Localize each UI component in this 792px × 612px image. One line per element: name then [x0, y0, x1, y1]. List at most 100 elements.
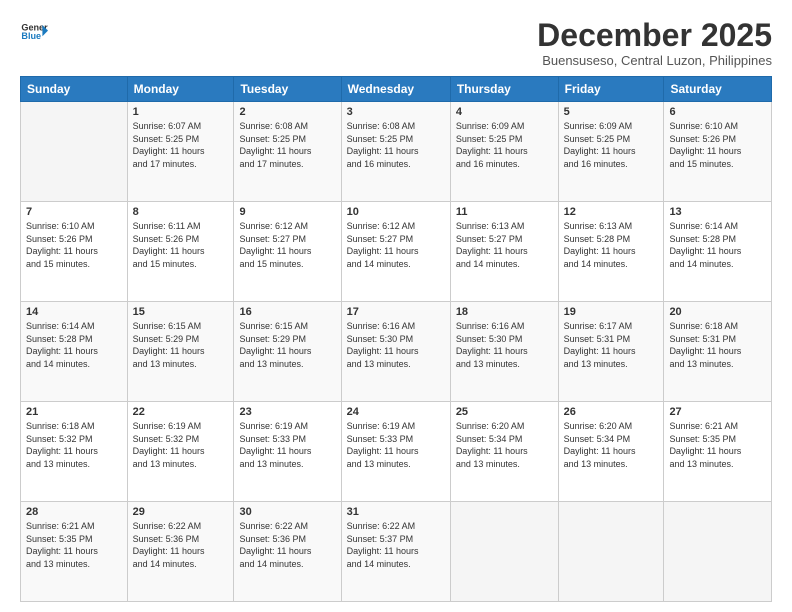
day-cell: 25 Sunrise: 6:20 AMSunset: 5:34 PMDayligh… — [450, 402, 558, 502]
day-number: 27 — [669, 406, 766, 418]
day-cell: 12 Sunrise: 6:13 AMSunset: 5:28 PMDayligh… — [558, 202, 664, 302]
day-cell: 14 Sunrise: 6:14 AMSunset: 5:28 PMDayligh… — [21, 302, 128, 402]
day-cell: 30 Sunrise: 6:22 AMSunset: 5:36 PMDayligh… — [234, 502, 341, 602]
day-cell: 7Sunrise: 6:10 AMSunset: 5:26 PMDaylight… — [21, 202, 128, 302]
day-cell: 23 Sunrise: 6:19 AMSunset: 5:33 PMDayligh… — [234, 402, 341, 502]
day-info: Sunrise: 6:19 AMSunset: 5:33 PMDaylight:… — [239, 420, 335, 470]
day-cell: 31Sunrise: 6:22 AMSunset: 5:37 PMDayligh… — [341, 502, 450, 602]
weekday-header-row: SundayMondayTuesdayWednesdayThursdayFrid… — [21, 77, 772, 102]
day-cell: 11 Sunrise: 6:13 AMSunset: 5:27 PMDayligh… — [450, 202, 558, 302]
header: General Blue December 2025 Buensuseso, C… — [20, 18, 772, 68]
day-info: Sunrise: 6:22 AMSunset: 5:36 PMDaylight:… — [239, 520, 335, 570]
day-cell — [558, 502, 664, 602]
title-block: December 2025 Buensuseso, Central Luzon,… — [537, 18, 772, 68]
day-number: 13 — [669, 206, 766, 218]
day-cell: 5 Sunrise: 6:09 AMSunset: 5:25 PMDaylight… — [558, 102, 664, 202]
day-info: Sunrise: 6:22 AMSunset: 5:36 PMDaylight:… — [133, 520, 229, 570]
day-cell — [21, 102, 128, 202]
weekday-tuesday: Tuesday — [234, 77, 341, 102]
day-cell — [450, 502, 558, 602]
day-cell: 21 Sunrise: 6:18 AMSunset: 5:32 PMDayligh… — [21, 402, 128, 502]
day-info: Sunrise: 6:22 AMSunset: 5:37 PMDaylight:… — [347, 520, 445, 570]
day-info: Sunrise: 6:21 AMSunset: 5:35 PMDaylight:… — [669, 420, 766, 470]
weekday-wednesday: Wednesday — [341, 77, 450, 102]
day-cell: 20 Sunrise: 6:18 AMSunset: 5:31 PMDayligh… — [664, 302, 772, 402]
day-cell: 6 Sunrise: 6:10 AMSunset: 5:26 PMDaylight… — [664, 102, 772, 202]
day-info: Sunrise: 6:07 AMSunset: 5:25 PMDaylight:… — [133, 120, 229, 170]
weekday-sunday: Sunday — [21, 77, 128, 102]
day-number: 16 — [239, 306, 335, 318]
day-info: Sunrise: 6:15 AMSunset: 5:29 PMDaylight:… — [239, 320, 335, 370]
day-info: Sunrise: 6:21 AMSunset: 5:35 PMDaylight:… — [26, 520, 122, 570]
calendar-body: 1 Sunrise: 6:07 AMSunset: 5:25 PMDaylight… — [21, 102, 772, 602]
day-info: Sunrise: 6:17 AMSunset: 5:31 PMDaylight:… — [564, 320, 659, 370]
day-number: 2 — [239, 106, 335, 118]
day-number: 21 — [26, 406, 122, 418]
day-info: Sunrise: 6:08 AMSunset: 5:25 PMDaylight:… — [239, 120, 335, 170]
day-cell — [664, 502, 772, 602]
day-number: 23 — [239, 406, 335, 418]
day-number: 20 — [669, 306, 766, 318]
week-row-1: 1 Sunrise: 6:07 AMSunset: 5:25 PMDaylight… — [21, 102, 772, 202]
day-cell: 22 Sunrise: 6:19 AMSunset: 5:32 PMDayligh… — [127, 402, 234, 502]
week-row-3: 14 Sunrise: 6:14 AMSunset: 5:28 PMDayligh… — [21, 302, 772, 402]
weekday-thursday: Thursday — [450, 77, 558, 102]
day-number: 26 — [564, 406, 659, 418]
svg-text:Blue: Blue — [21, 31, 41, 41]
day-number: 25 — [456, 406, 553, 418]
day-number: 17 — [347, 306, 445, 318]
day-number: 7 — [26, 206, 122, 218]
day-cell: 24Sunrise: 6:19 AMSunset: 5:33 PMDayligh… — [341, 402, 450, 502]
day-number: 10 — [347, 206, 445, 218]
weekday-saturday: Saturday — [664, 77, 772, 102]
day-number: 30 — [239, 506, 335, 518]
day-info: Sunrise: 6:16 AMSunset: 5:30 PMDaylight:… — [456, 320, 553, 370]
day-number: 6 — [669, 106, 766, 118]
day-number: 11 — [456, 206, 553, 218]
location: Buensuseso, Central Luzon, Philippines — [537, 53, 772, 68]
day-info: Sunrise: 6:13 AMSunset: 5:27 PMDaylight:… — [456, 220, 553, 270]
day-info: Sunrise: 6:18 AMSunset: 5:31 PMDaylight:… — [669, 320, 766, 370]
week-row-2: 7Sunrise: 6:10 AMSunset: 5:26 PMDaylight… — [21, 202, 772, 302]
day-cell: 18 Sunrise: 6:16 AMSunset: 5:30 PMDayligh… — [450, 302, 558, 402]
logo: General Blue — [20, 18, 52, 46]
day-info: Sunrise: 6:12 AMSunset: 5:27 PMDaylight:… — [239, 220, 335, 270]
day-number: 22 — [133, 406, 229, 418]
day-number: 19 — [564, 306, 659, 318]
day-number: 29 — [133, 506, 229, 518]
day-info: Sunrise: 6:20 AMSunset: 5:34 PMDaylight:… — [456, 420, 553, 470]
day-cell: 3 Sunrise: 6:08 AMSunset: 5:25 PMDaylight… — [341, 102, 450, 202]
day-info: Sunrise: 6:09 AMSunset: 5:25 PMDaylight:… — [564, 120, 659, 170]
day-info: Sunrise: 6:13 AMSunset: 5:28 PMDaylight:… — [564, 220, 659, 270]
day-info: Sunrise: 6:16 AMSunset: 5:30 PMDaylight:… — [347, 320, 445, 370]
week-row-4: 21 Sunrise: 6:18 AMSunset: 5:32 PMDayligh… — [21, 402, 772, 502]
day-cell: 4Sunrise: 6:09 AMSunset: 5:25 PMDaylight… — [450, 102, 558, 202]
day-cell: 15 Sunrise: 6:15 AMSunset: 5:29 PMDayligh… — [127, 302, 234, 402]
day-number: 14 — [26, 306, 122, 318]
logo-icon: General Blue — [20, 18, 48, 46]
day-info: Sunrise: 6:14 AMSunset: 5:28 PMDaylight:… — [26, 320, 122, 370]
day-cell: 17 Sunrise: 6:16 AMSunset: 5:30 PMDayligh… — [341, 302, 450, 402]
day-number: 5 — [564, 106, 659, 118]
day-info: Sunrise: 6:15 AMSunset: 5:29 PMDaylight:… — [133, 320, 229, 370]
page: General Blue December 2025 Buensuseso, C… — [0, 0, 792, 612]
day-cell: 8Sunrise: 6:11 AMSunset: 5:26 PMDaylight… — [127, 202, 234, 302]
day-number: 8 — [133, 206, 229, 218]
day-info: Sunrise: 6:10 AMSunset: 5:26 PMDaylight:… — [669, 120, 766, 170]
day-cell: 10Sunrise: 6:12 AMSunset: 5:27 PMDayligh… — [341, 202, 450, 302]
day-cell: 19 Sunrise: 6:17 AMSunset: 5:31 PMDayligh… — [558, 302, 664, 402]
month-title: December 2025 — [537, 18, 772, 53]
day-cell: 29 Sunrise: 6:22 AMSunset: 5:36 PMDayligh… — [127, 502, 234, 602]
day-number: 15 — [133, 306, 229, 318]
day-info: Sunrise: 6:19 AMSunset: 5:32 PMDaylight:… — [133, 420, 229, 470]
day-number: 3 — [347, 106, 445, 118]
day-number: 18 — [456, 306, 553, 318]
day-number: 1 — [133, 106, 229, 118]
day-cell: 9Sunrise: 6:12 AMSunset: 5:27 PMDaylight… — [234, 202, 341, 302]
day-cell: 2 Sunrise: 6:08 AMSunset: 5:25 PMDaylight… — [234, 102, 341, 202]
day-number: 24 — [347, 406, 445, 418]
day-info: Sunrise: 6:08 AMSunset: 5:25 PMDaylight:… — [347, 120, 445, 170]
day-info: Sunrise: 6:18 AMSunset: 5:32 PMDaylight:… — [26, 420, 122, 470]
day-number: 12 — [564, 206, 659, 218]
day-cell: 28Sunrise: 6:21 AMSunset: 5:35 PMDayligh… — [21, 502, 128, 602]
